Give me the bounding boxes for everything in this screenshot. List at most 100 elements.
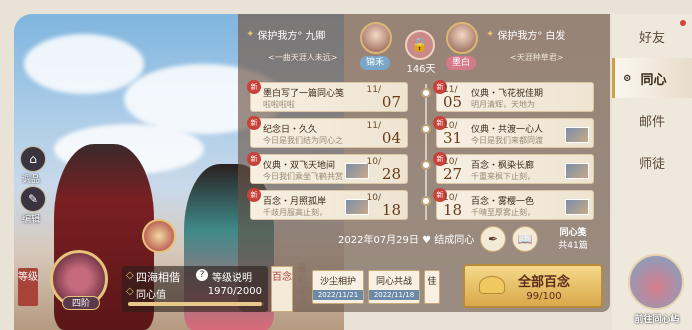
- timeline-card[interactable]: 新 10/ 31 仪典・共渡一心人 今日是我们来都同渡: [433, 116, 594, 148]
- timeline-card[interactable]: 新 墨白写了一篇同心笺 啦啦啦啦 11/ 07: [247, 80, 408, 112]
- timeline-dot: [421, 160, 431, 170]
- notification-dot: [680, 20, 686, 26]
- card-thumbnail: [565, 163, 589, 179]
- bond-level-name: 四海相偕: [136, 271, 180, 284]
- card-month: 11/: [366, 85, 381, 95]
- level-name: 四阶: [62, 296, 100, 310]
- card-day: 27: [443, 165, 463, 183]
- island-button-label[interactable]: 前往同心屿: [626, 312, 688, 325]
- card-thumbnail: [345, 163, 369, 179]
- left-person-header: ✦ 保护我方° 九卿: [246, 20, 325, 48]
- pavilion-icon[interactable]: ⌂: [20, 146, 46, 172]
- right-avatar[interactable]: [446, 22, 478, 54]
- lantern-prop: [142, 219, 176, 253]
- timeline-card[interactable]: 新 10/ 27 百念・枫染长廊 千重来枫下止刻，: [433, 152, 594, 184]
- help-icon[interactable]: ?: [196, 269, 208, 281]
- shield-icon: ✦: [486, 28, 495, 40]
- right-person-title: 保护我方°: [497, 30, 543, 42]
- gift-date: 2022/11/18: [369, 290, 419, 300]
- left-person-title: 保护我方°: [257, 30, 303, 42]
- timeline-card[interactable]: 新 百念・月照孤岸 千歧月服高止刻， 10/ 18: [247, 188, 408, 220]
- timeline-dot: [421, 124, 431, 134]
- right-person-name: 白发: [545, 30, 566, 42]
- right-person-header: ✦ 保护我方° 白发: [486, 20, 565, 48]
- card-day: 28: [381, 165, 401, 183]
- all-gifts-button[interactable]: 全部百念 99/100: [463, 264, 603, 308]
- tab-label: 好友: [638, 30, 665, 46]
- bond-level-info: ◇ 四海相偕 ? 等级说明 ◇ 同心值 1970/2000: [122, 266, 268, 312]
- card-month: 11/: [366, 121, 381, 131]
- card-day: 31: [443, 129, 463, 147]
- tab-friends[interactable]: 好友: [612, 16, 692, 56]
- card-day: 05: [443, 93, 463, 111]
- add-quill-icon[interactable]: ✒: [480, 226, 506, 252]
- card-day: 04: [381, 129, 401, 147]
- level-help-link[interactable]: 等级说明: [212, 269, 252, 284]
- card-day: 07: [381, 93, 401, 111]
- shield-icon: ✦: [246, 28, 255, 40]
- bond-date: 2022年07月29日: [338, 235, 419, 246]
- diamond-icon: ◇: [126, 286, 134, 297]
- heart-icon: ♥: [422, 235, 432, 246]
- card-month: 10/: [366, 193, 381, 203]
- left-person-name: 九卿: [305, 30, 326, 42]
- left-name-badge: 锦禾: [360, 56, 391, 70]
- card-day: 18: [381, 201, 401, 219]
- new-badge: 新: [247, 152, 261, 166]
- letters-total: 共41篇: [558, 241, 588, 251]
- card-subtitle: 啦啦啦啦: [263, 100, 295, 109]
- tab-mentor[interactable]: 师徒: [612, 142, 692, 182]
- card-subtitle: 今日是我们来都同渡: [471, 136, 543, 145]
- tab-mail[interactable]: 邮件: [612, 100, 692, 140]
- card-thumbnail: [565, 127, 589, 143]
- right-name-badge: 墨白: [446, 56, 477, 70]
- card-thumbnail: [345, 199, 369, 215]
- card-day: 18: [443, 201, 463, 219]
- letters-count[interactable]: 同心笺 共41篇: [543, 225, 603, 253]
- gift-date: 2022/11/21: [313, 290, 363, 300]
- timeline-card[interactable]: 新 纪念日・久久 今日是我们结为同心之 11/ 04: [247, 116, 408, 148]
- card-thumbnail: [565, 199, 589, 215]
- card-subtitle: 明月清辉，天地为: [471, 100, 535, 109]
- left-action-label: 编辑: [22, 215, 41, 225]
- new-badge: 新: [247, 116, 261, 130]
- book-icon[interactable]: 📖: [512, 226, 538, 252]
- diamond-icon: ◇: [126, 270, 134, 281]
- tab-label: 师徒: [638, 156, 665, 172]
- gifts-label: 百念: [271, 266, 293, 312]
- bond-progress-bar: [128, 302, 264, 306]
- bond-tab-icon: ⊙: [623, 72, 632, 84]
- lotus-icon: [479, 276, 505, 294]
- bond-screen: ⌂ 调品 ✎ 编辑 ✦ 保护我方° 九卿 <一曲天涯人未远> 锦禾 🔒 146天…: [0, 0, 692, 330]
- level-tag: 等级: [18, 268, 38, 306]
- timeline-dot: [421, 196, 431, 206]
- gift-title: 沙尘相护: [319, 277, 356, 287]
- left-person-motto: <一曲天涯人未远>: [268, 53, 338, 62]
- letters-label: 同心笺: [559, 228, 587, 238]
- gift-card[interactable]: 同心共战 2022/11/18: [368, 270, 420, 304]
- timeline-dot: [421, 88, 431, 98]
- bond-progress-fill: [128, 302, 262, 306]
- timeline-card[interactable]: 新 10/ 18 百念・雾樱一色 千晴至厚雾止刻，: [433, 188, 594, 220]
- bond-days: 146天: [406, 64, 436, 75]
- card-title: 墨白写了一篇同心笺: [263, 89, 345, 99]
- pen-icon[interactable]: ✎: [20, 186, 46, 212]
- tab-label: 邮件: [638, 114, 665, 130]
- recent-achieved-label: 最近达成: [297, 264, 307, 307]
- timeline-card[interactable]: 新 11/ 05 仪典・飞花祝佳期 明月清辉，天地为: [433, 80, 594, 112]
- left-action-label: 调品: [22, 175, 41, 185]
- bond-value-label: 同心值: [136, 290, 166, 301]
- lock-icon[interactable]: 🔒: [405, 30, 435, 60]
- card-subtitle: 今日是我们结为同心之: [263, 136, 343, 145]
- bond-value: 1970/2000: [207, 286, 262, 297]
- timeline-card[interactable]: 新 仪典・双飞天地间 今日我们乘坐飞鹤共赏 10/ 28: [247, 152, 408, 184]
- new-badge: 新: [247, 188, 261, 202]
- tab-bond[interactable]: ⊙ 同心: [612, 58, 692, 98]
- island-button-icon[interactable]: [628, 254, 684, 310]
- card-subtitle: 千歧月服高止刻，: [263, 208, 327, 217]
- right-person-motto: <天涯种草君>: [510, 53, 564, 62]
- gift-card[interactable]: 沙尘相护 2022/11/21: [312, 270, 364, 304]
- left-avatar[interactable]: [360, 22, 392, 54]
- gift-card[interactable]: 佳: [424, 270, 440, 304]
- tab-label: 同心: [640, 72, 667, 88]
